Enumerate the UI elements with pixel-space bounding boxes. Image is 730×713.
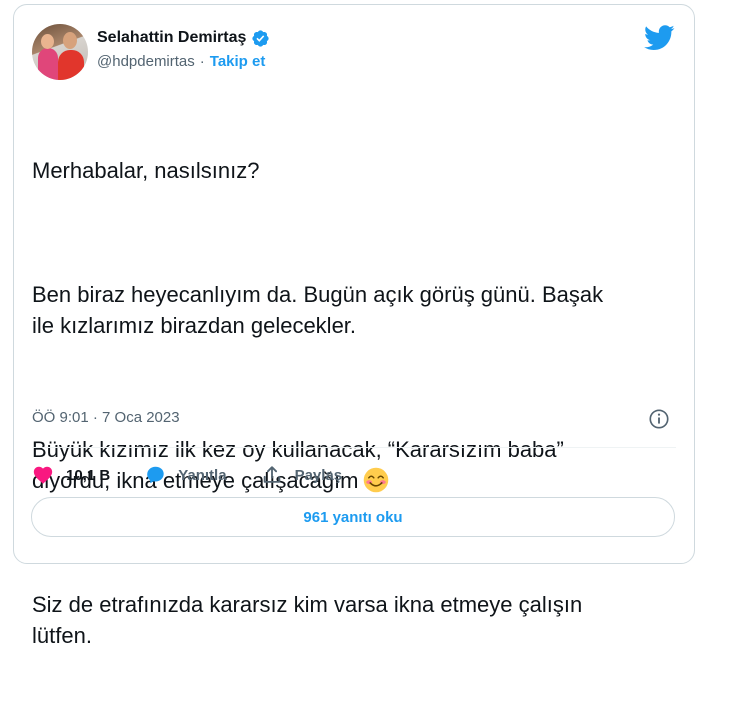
share-button[interactable]: Paylaş [261, 464, 343, 486]
info-icon[interactable] [648, 408, 670, 430]
author-handle-row: @hdpdemirtas · Takip et [97, 53, 265, 70]
separator-dot: · [199, 53, 205, 70]
read-replies-button[interactable]: 961 yanıtı oku [31, 497, 675, 537]
follow-button[interactable]: Takip et [210, 53, 266, 70]
reply-button[interactable]: Yanıtla [144, 464, 227, 486]
share-label: Paylaş [294, 466, 343, 484]
tweet-card: Selahattin Demirtaş @hdpdemirtas · Takip… [13, 4, 695, 648]
author-name[interactable]: Selahattin Demirtaş [97, 29, 246, 47]
heart-icon [33, 466, 53, 484]
like-button[interactable]: 10,1 B [32, 464, 110, 486]
reply-label: Yanıtla [178, 466, 227, 484]
author-handle[interactable]: @hdpdemirtas [97, 53, 195, 70]
share-icon [263, 466, 280, 483]
tweet-timestamp[interactable]: ÖÖ 9:01 · 7 Oca 2023 [32, 409, 180, 426]
tweet-text: Merhabalar, nasılsınız? Ben biraz heyeca… [32, 93, 672, 713]
twitter-bird-icon[interactable] [644, 25, 675, 51]
like-count: 10,1 B [66, 466, 111, 484]
author-name-row: Selahattin Demirtaş [97, 27, 270, 49]
divider [32, 447, 676, 448]
avatar[interactable] [32, 24, 88, 80]
tweet-actions: 10,1 B Yanıtla Paylaş [32, 460, 376, 490]
verified-badge-icon [252, 29, 270, 47]
tweet-paragraph: Siz de etrafınızda kararsız kim varsa ik… [32, 592, 583, 648]
reply-bubble-icon [147, 466, 164, 484]
tweet-paragraph: Merhabalar, nasılsınız? [32, 158, 260, 183]
tweet-paragraph: Ben biraz heyecanlıyım da. Bugün açık gö… [32, 282, 604, 338]
